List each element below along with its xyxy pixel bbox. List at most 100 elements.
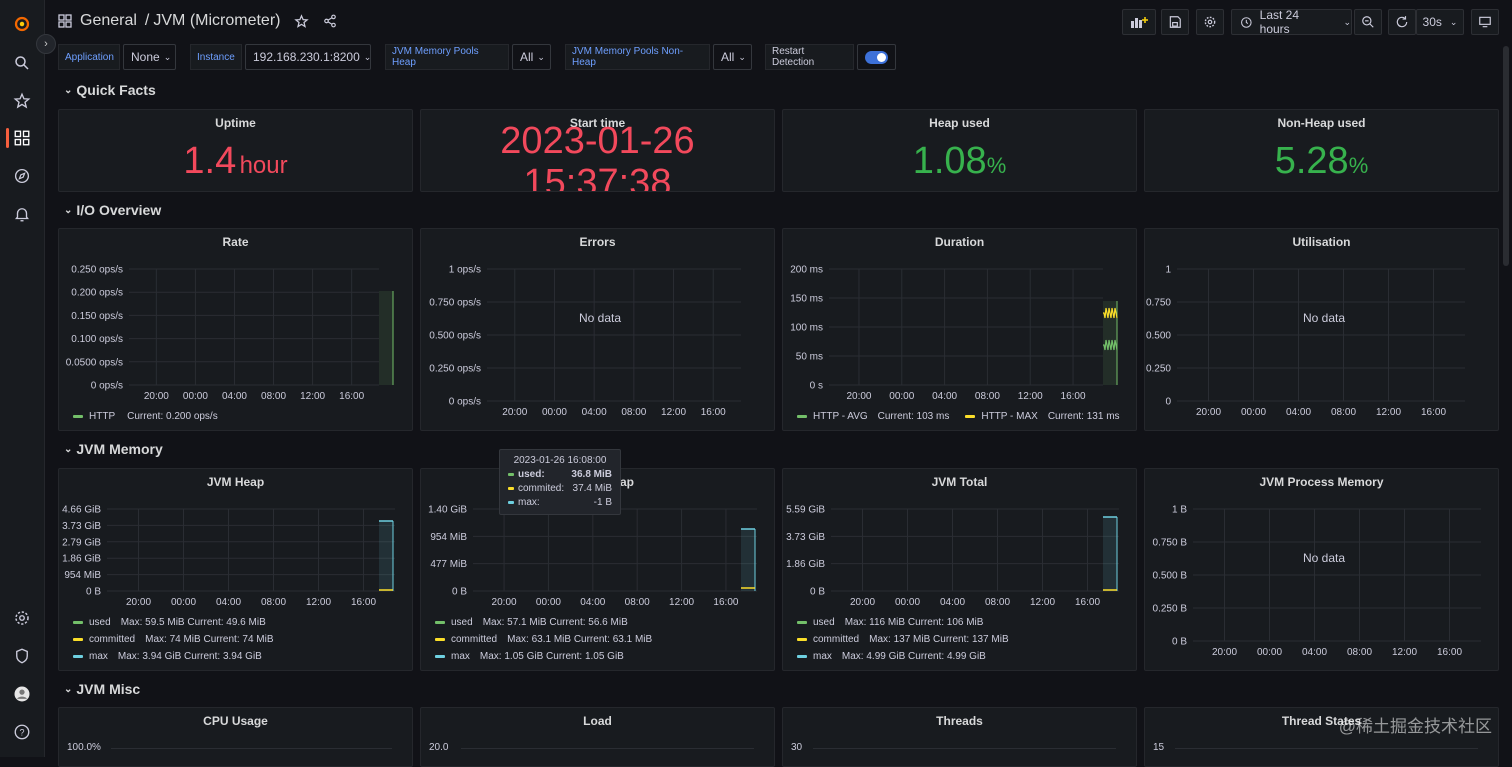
- save-dashboard-button[interactable]: [1161, 9, 1189, 35]
- row-jvm-memory[interactable]: ⌄ JVM Memory: [64, 441, 163, 457]
- rate-graph[interactable]: 0.250 ops/s 0.200 ops/s 0.150 ops/s 0.100 o…: [59, 249, 413, 429]
- errors-graph[interactable]: 1 ops/s 0.750 ops/s 0.500 ops/s 0.250 ops/s…: [421, 249, 775, 429]
- vertical-scrollbar[interactable]: [1503, 46, 1509, 266]
- legend-item[interactable]: committed Max: 137 MiB Current: 137 MiB: [797, 634, 1009, 645]
- legend-item[interactable]: max Max: 4.99 GiB Current: 4.99 GiB: [797, 651, 986, 662]
- panel-errors[interactable]: Errors 1 ops/s 0.750 ops/s 0.500 ops/s 0.25…: [420, 228, 775, 431]
- shield-icon[interactable]: [10, 644, 34, 668]
- breadcrumb: General / JVM (Micrometer): [58, 12, 337, 30]
- jvm-total-graph[interactable]: 5.59 GiB 3.73 GiB 1.86 GiB 0 B 20:00 00:00 04:…: [783, 489, 1137, 629]
- breadcrumb-folder[interactable]: General: [80, 12, 137, 30]
- legend-name[interactable]: HTTP - MAX: [981, 411, 1037, 422]
- legend-item[interactable]: used Max: 57.1 MiB Current: 56.6 MiB: [435, 617, 628, 628]
- y-axis-tick: 0.250 ops/s: [429, 364, 481, 375]
- add-panel-button[interactable]: [1122, 9, 1156, 35]
- panel-duration[interactable]: Duration 200 ms 150 ms 100 ms 50 ms 0 s 20:00…: [782, 228, 1137, 431]
- time-range-picker[interactable]: Last 24 hours ⌄: [1231, 8, 1352, 36]
- panel-nonheap-used[interactable]: Non-Heap used 5.28%: [1144, 109, 1499, 192]
- legend-item[interactable]: used Max: 116 MiB Current: 106 MiB: [797, 617, 983, 628]
- row-quick-facts[interactable]: ⌄ Quick Facts: [64, 82, 156, 98]
- monitor-icon: [1479, 16, 1491, 28]
- y-axis-tick: 200 ms: [790, 265, 823, 276]
- y-axis-tick: 477 MiB: [430, 559, 467, 570]
- variable-select-application[interactable]: None ⌄: [123, 44, 176, 70]
- explore-icon[interactable]: [10, 164, 34, 188]
- x-axis-tick: 16:00: [1075, 597, 1100, 608]
- x-axis-tick: 20:00: [502, 407, 527, 418]
- legend-item[interactable]: committed Max: 63.1 MiB Current: 63.1 MiB: [435, 634, 652, 645]
- legend-item[interactable]: used Max: 59.5 MiB Current: 49.6 MiB: [73, 617, 266, 628]
- breadcrumb-separator: /: [144, 12, 150, 29]
- legend-item[interactable]: HTTP Current: 0.200 ops/s: [73, 411, 218, 422]
- y-axis-tick: 0.150 ops/s: [71, 311, 123, 322]
- legend-item[interactable]: max Max: 1.05 GiB Current: 1.05 GiB: [435, 651, 624, 662]
- share-icon[interactable]: [323, 14, 337, 28]
- jvm-process-graph[interactable]: 1 B 0.750 B 0.500 B 0.250 B 0 B 20:00 00:00 04:…: [1145, 489, 1499, 669]
- grafana-logo-icon[interactable]: [10, 12, 34, 36]
- refresh-button[interactable]: [1388, 9, 1416, 35]
- bell-icon[interactable]: [10, 202, 34, 226]
- tooltip-swatch: [508, 487, 514, 490]
- panel-jvm-total[interactable]: JVM Total 5.59 GiB 3.73 GiB 1.86 GiB 0 B 20:…: [782, 468, 1137, 671]
- svg-text:?: ?: [19, 727, 24, 737]
- panel-heap-used[interactable]: Heap used 1.08%: [782, 109, 1137, 192]
- variable-select-nonheap-pools[interactable]: All ⌄: [713, 44, 752, 70]
- panel-title: Non-Heap used: [1277, 116, 1366, 130]
- legend-item[interactable]: committed Max: 74 MiB Current: 74 MiB: [73, 634, 274, 645]
- variable-select-heap-pools[interactable]: All ⌄: [512, 44, 551, 70]
- panel-title: JVM Process Memory: [1259, 475, 1384, 489]
- panel-title: Rate: [222, 235, 249, 249]
- variable-value-application: None: [131, 50, 160, 64]
- zoom-out-button[interactable]: [1354, 9, 1382, 35]
- panel-jvm-process-memory[interactable]: JVM Process Memory 1 B 0.750 B 0.500 B 0.25…: [1144, 468, 1499, 671]
- star-icon[interactable]: [294, 13, 310, 29]
- chevron-down-icon: ⌄: [1343, 16, 1351, 27]
- panel-threads[interactable]: Threads 30: [782, 707, 1137, 767]
- x-axis-tick: 00:00: [542, 407, 567, 418]
- tooltip-row: max: -1 B: [508, 497, 612, 508]
- panel-rate[interactable]: Rate 0.250 ops/s 0.200 ops/s 0.150 ops/s 0.…: [58, 228, 413, 431]
- dashboards-icon[interactable]: [10, 126, 34, 150]
- utilisation-graph[interactable]: 1 0.750 0.500 0.250 0 20:00 00:00 04:00 08:00 12:…: [1145, 249, 1499, 429]
- x-axis-tick: 08:00: [1331, 407, 1356, 418]
- variable-value-heap-pools: All: [520, 50, 534, 64]
- y-axis-tick: 0 B: [86, 587, 101, 598]
- help-icon[interactable]: ?: [10, 720, 34, 744]
- y-axis-tick: 100 ms: [790, 323, 823, 334]
- y-axis-tick: 20.0: [429, 742, 449, 753]
- row-io-overview[interactable]: ⌄ I/O Overview: [64, 202, 161, 218]
- gridline: [813, 748, 1116, 749]
- panel-load[interactable]: Load 20.0: [420, 707, 775, 767]
- avatar[interactable]: [10, 682, 34, 706]
- variable-select-instance[interactable]: 192.168.230.1:8200 ⌄: [245, 44, 371, 70]
- refresh-interval-picker[interactable]: 30s ⌄: [1416, 9, 1464, 35]
- x-axis-tick: 16:00: [339, 391, 364, 402]
- chevron-down-icon: ⌄: [64, 683, 73, 695]
- x-axis-tick: 04:00: [1286, 407, 1311, 418]
- duration-graph[interactable]: 200 ms 150 ms 100 ms 50 ms 0 s 20:00 00:00 04:0…: [783, 249, 1137, 429]
- panel-start-time[interactable]: 2023-01-26 15:37:38 Start time: [420, 109, 775, 192]
- row-jvm-misc[interactable]: ⌄ JVM Misc: [64, 681, 140, 697]
- search-icon[interactable]: [10, 51, 34, 75]
- y-axis-tick: 0 s: [810, 381, 823, 392]
- panel-cpu-usage[interactable]: CPU Usage 100.0%: [58, 707, 413, 767]
- legend-swatch: [965, 415, 976, 418]
- panel-uptime[interactable]: Uptime 1.4 hour: [58, 109, 413, 192]
- star-icon[interactable]: [10, 89, 34, 113]
- panel-jvm-heap[interactable]: JVM Heap 4.66 GiB 3.73 GiB 2.79 GiB 1.86 Gi…: [58, 468, 413, 671]
- jvm-heap-graph[interactable]: 4.66 GiB 3.73 GiB 2.79 GiB 1.86 GiB 954 MiB 0…: [59, 489, 413, 629]
- gear-icon[interactable]: [10, 606, 34, 630]
- y-axis-tick: 1.86 GiB: [786, 559, 825, 570]
- legend-name[interactable]: HTTP - AVG: [813, 411, 868, 422]
- dashboard-settings-button[interactable]: [1196, 9, 1224, 35]
- restart-detection-toggle[interactable]: [857, 44, 896, 70]
- tv-mode-button[interactable]: [1471, 9, 1499, 35]
- y-axis-tick: 30: [791, 742, 803, 753]
- legend-item[interactable]: max Max: 3.94 GiB Current: 3.94 GiB: [73, 651, 262, 662]
- zoom-out-icon: [1362, 16, 1374, 28]
- panel-utilisation[interactable]: Utilisation 1 0.750 0.500 0.250 0 20:00 00:00 0…: [1144, 228, 1499, 431]
- expand-sidebar-button[interactable]: ›: [36, 34, 56, 54]
- chevron-down-icon: ⌄: [738, 51, 746, 62]
- dashboard-title[interactable]: JVM (Micrometer): [153, 12, 280, 30]
- y-axis-tick: 0.500 B: [1153, 571, 1188, 582]
